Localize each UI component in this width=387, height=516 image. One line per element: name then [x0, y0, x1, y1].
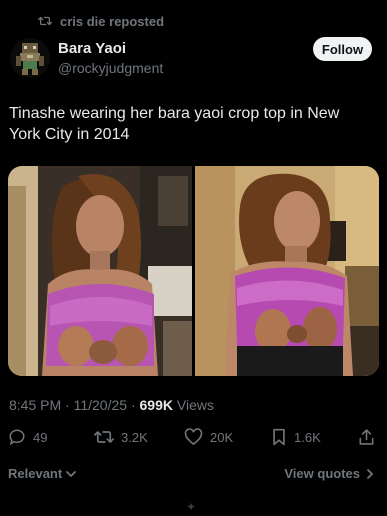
- like-button[interactable]: 20K: [184, 426, 233, 448]
- reply-button[interactable]: 49: [8, 426, 47, 448]
- view-quotes-label: View quotes: [284, 466, 360, 481]
- views-label: Views: [172, 397, 214, 413]
- heart-icon: [184, 428, 203, 446]
- meta-separator-2: ·: [127, 397, 140, 413]
- views-count: 699K: [139, 397, 173, 413]
- pixel-art-avatar-icon: [10, 38, 50, 78]
- bookmark-button[interactable]: 1.6K: [271, 426, 321, 448]
- action-bar: 49 3.2K 20K 1.6K: [0, 426, 387, 448]
- repost-icon: [94, 431, 114, 443]
- replies-sort-label: Relevant: [8, 466, 63, 481]
- view-quotes-link[interactable]: View quotes: [284, 466, 375, 481]
- repost-icon: [38, 16, 52, 26]
- share-icon: [359, 429, 374, 445]
- repost-button[interactable]: 3.2K: [94, 426, 148, 448]
- follow-button[interactable]: Follow: [313, 37, 372, 61]
- author-handle[interactable]: @rockyjudgment: [58, 60, 163, 76]
- meta-separator: ·: [61, 397, 74, 413]
- loading-spinner-icon: ✦: [186, 500, 197, 514]
- avatar[interactable]: [10, 38, 50, 78]
- post-photo-2[interactable]: [195, 166, 379, 376]
- repost-label: cris die reposted: [60, 13, 165, 29]
- reply-icon: [9, 429, 25, 446]
- share-button[interactable]: [358, 426, 382, 448]
- bookmark-count: 1.6K: [294, 429, 321, 445]
- bookmark-icon: [273, 428, 285, 446]
- repost-count: 3.2K: [121, 429, 148, 445]
- chevron-right-icon: [367, 468, 374, 479]
- post-timestamp[interactable]: 8:45 PM · 11/20/25 · 699K Views: [9, 397, 214, 413]
- chevron-down-icon: [66, 470, 77, 477]
- post-text: Tinashe wearing her bara yaoi crop top i…: [9, 105, 340, 143]
- post-photo-1[interactable]: [8, 166, 192, 376]
- post-date[interactable]: 11/20/25: [74, 397, 127, 413]
- like-count: 20K: [210, 429, 234, 445]
- reply-count: 49: [33, 429, 48, 445]
- author-name[interactable]: Bara Yaoi: [58, 40, 126, 57]
- replies-sort-dropdown[interactable]: Relevant: [8, 466, 77, 481]
- post-time[interactable]: 8:45 PM: [9, 397, 61, 413]
- repost-indicator[interactable]: cris die reposted: [38, 12, 164, 30]
